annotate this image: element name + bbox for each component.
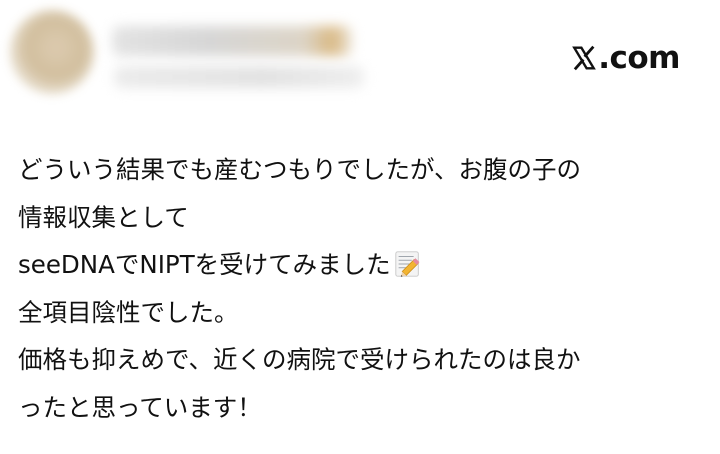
author-name-blurred [112, 26, 352, 56]
post-line-1: どういう結果でも産むつもりでしたが、お腹の子の [18, 155, 582, 184]
post-line-3: seeDNAでNIPTを受けてみました [18, 250, 391, 279]
x-logo-icon [572, 45, 597, 71]
post-line-2: 情報収集として [18, 202, 189, 232]
source-logo: .com [571, 38, 680, 78]
author-handle-blurred [114, 66, 364, 88]
post-body: どういう結果でも産むつもりでしたが、お腹の子の 情報収集として seeDNAでN… [18, 146, 710, 431]
post-line-5: 価格も抑えめで、近くの病院で受けられたのは良か [18, 345, 581, 374]
source-domain-suffix: .com [598, 40, 680, 76]
author-info[interactable] [112, 22, 372, 92]
social-post-card: .com どういう結果でも産むつもりでしたが、お腹の子の 情報収集として see… [0, 0, 720, 454]
avatar[interactable] [10, 10, 94, 94]
post-line-4: 全項目陰性でした。 [18, 297, 239, 327]
post-line-3-wrapper: seeDNAでNIPTを受けてみました [18, 241, 710, 289]
memo-pencil-icon [395, 251, 420, 277]
post-header: .com [0, 0, 720, 120]
post-line-6: ったと思っています！ [18, 392, 262, 422]
